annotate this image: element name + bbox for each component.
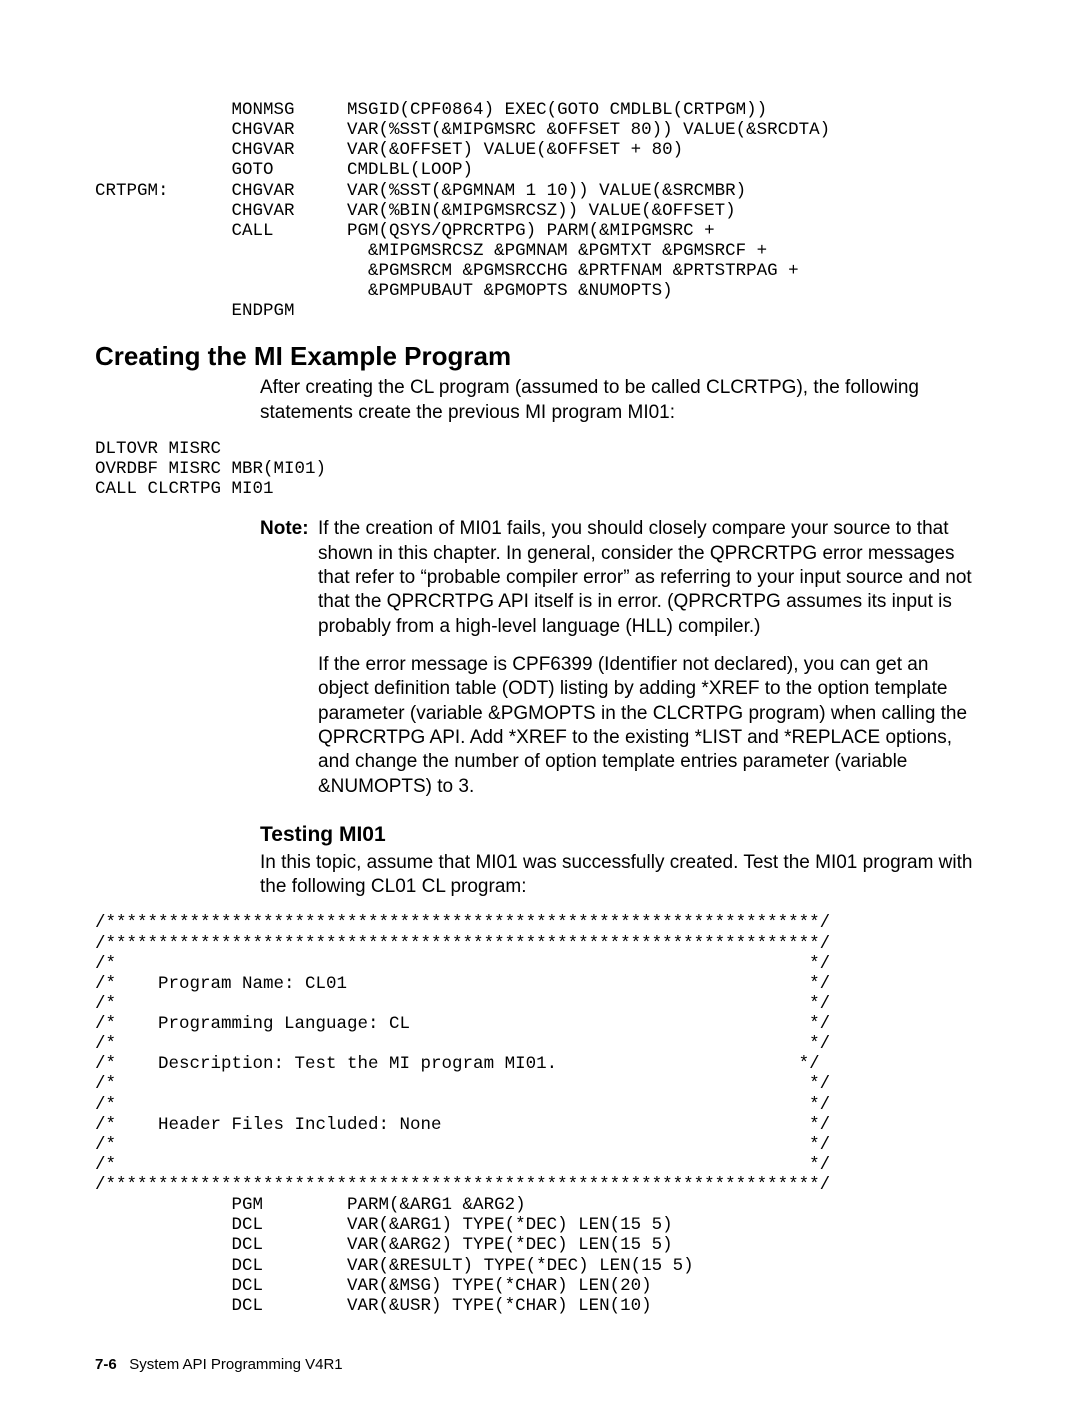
code-block-top: MONMSG MSGID(CPF0864) EXEC(GOTO CMDLBL(C… — [95, 100, 990, 321]
heading-testing-mi01: Testing MI01 — [260, 823, 990, 847]
code-block-bottom: /***************************************… — [95, 913, 990, 1316]
page-content: MONMSG MSGID(CPF0864) EXEC(GOTO CMDLBL(C… — [0, 0, 1080, 1413]
footer-page-number: 7-6 — [95, 1356, 117, 1373]
footer-book-title: System API Programming V4R1 — [129, 1356, 342, 1373]
para-create-intro: After creating the CL program (assumed t… — [260, 376, 980, 425]
note-label: Note: — [260, 517, 318, 639]
code-block-mid: DLTOVR MISRC OVRDBF MISRC MBR(MI01) CALL… — [95, 439, 990, 499]
page-footer: 7-6 System API Programming V4R1 — [95, 1356, 990, 1373]
heading-creating-mi-example: Creating the MI Example Program — [95, 341, 990, 372]
note-body-1: If the creation of MI01 fails, you shoul… — [318, 517, 980, 639]
note-body-2: If the error message is CPF6399 (Identif… — [318, 653, 980, 799]
note-block: Note: If the creation of MI01 fails, you… — [260, 517, 980, 798]
para-test-intro: In this topic, assume that MI01 was succ… — [260, 851, 980, 900]
